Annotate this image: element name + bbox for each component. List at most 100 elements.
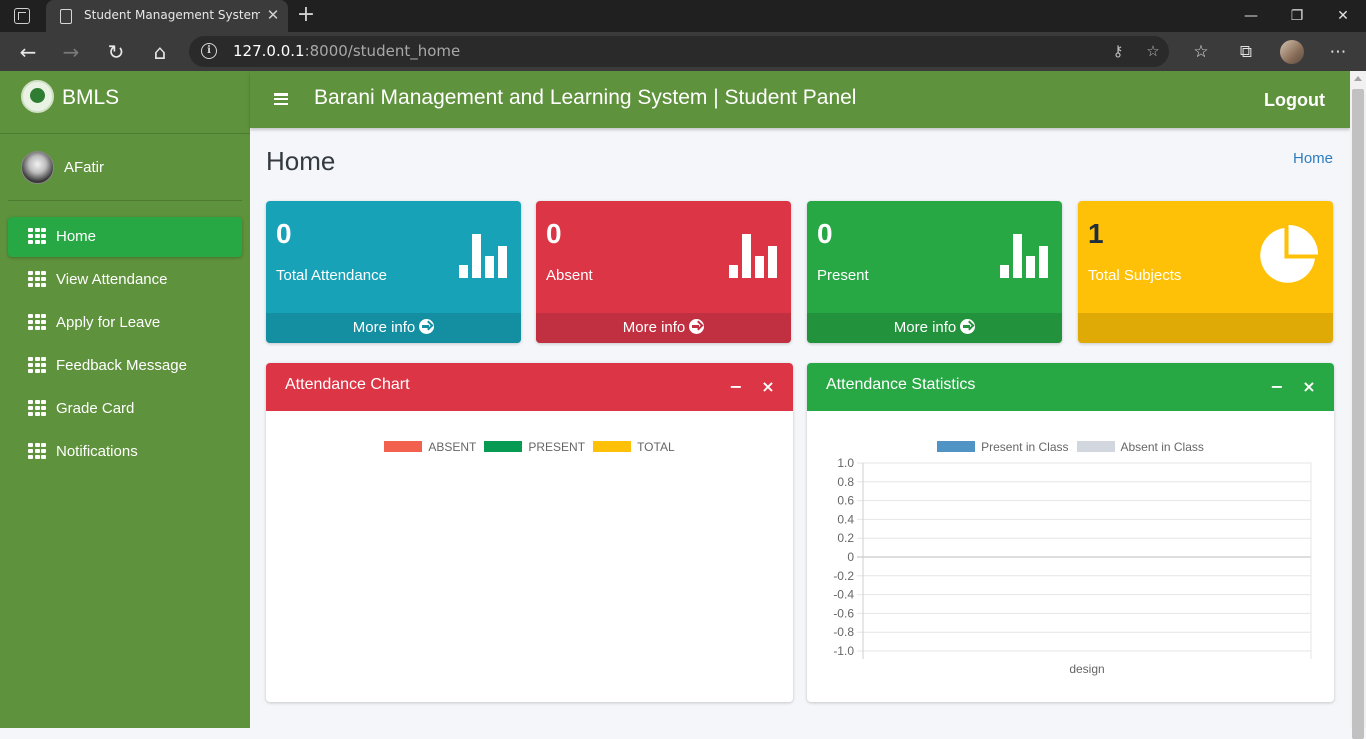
grid-icon <box>28 271 46 287</box>
stat-box-present: 0 Present More info <box>807 201 1062 343</box>
browser-tab[interactable]: Student Management System | Student ✕ <box>46 0 288 32</box>
legend-item[interactable]: PRESENT <box>484 440 585 454</box>
sidebar-nav: Home View Attendance Apply for Leave Fee… <box>8 217 242 475</box>
y-tick-label: 0.2 <box>837 531 854 545</box>
stat-box-total-attendance: 0 Total Attendance More info <box>266 201 521 343</box>
more-options-icon[interactable]: ⋯ <box>1325 39 1351 65</box>
user-name[interactable]: AFatir <box>64 159 104 176</box>
sidebar-item-label: Feedback Message <box>56 357 187 374</box>
page-title: Home <box>266 146 336 176</box>
sidebar-item-label: View Attendance <box>56 271 168 288</box>
legend-item[interactable]: ABSENT <box>384 440 476 454</box>
grid-icon <box>28 400 46 416</box>
bar-chart-icon <box>459 234 507 278</box>
legend-label: TOTAL <box>637 440 675 454</box>
sidebar-item-home[interactable]: Home <box>8 217 242 257</box>
y-tick-label: -0.4 <box>833 588 854 602</box>
address-bar[interactable]: i 127.0.0.1:8000/student_home ⚷ ☆ <box>189 36 1169 67</box>
restore-window-button[interactable]: ❐ <box>1274 0 1320 32</box>
bar-chart-icon <box>729 234 777 278</box>
card-header: Attendance Chart − × <box>266 363 793 411</box>
y-tick-label: -0.6 <box>833 606 854 620</box>
bar-chart-icon <box>1000 234 1048 278</box>
attendance-statistics-chart: 1.0 0.8 0.6 0.4 0.2 0 -0.2 -0.4 -0.6 -0.8 -1.0 desi… <box>833 456 1312 676</box>
more-info-link[interactable]: More info <box>807 313 1062 343</box>
minimize-icon[interactable]: − <box>726 377 746 397</box>
y-tick-label: -1.0 <box>833 644 854 658</box>
more-info-link[interactable]: More info <box>536 313 791 343</box>
stat-box-absent: 0 Absent More info <box>536 201 791 343</box>
legend-label: PRESENT <box>528 440 586 454</box>
card-title: Attendance Chart <box>285 376 410 393</box>
close-window-button[interactable]: ✕ <box>1320 0 1366 32</box>
legend-swatch <box>384 441 423 452</box>
legend-swatch <box>484 441 523 452</box>
minimize-window-button[interactable]: — <box>1228 0 1274 32</box>
refresh-icon[interactable]: ↻ <box>102 38 130 66</box>
arrow-circle-right-icon <box>419 319 435 334</box>
sidebar-item-view-attendance[interactable]: View Attendance <box>8 260 242 300</box>
close-tab-icon[interactable]: ✕ <box>264 6 282 24</box>
more-info-link[interactable]: More info <box>266 313 521 343</box>
legend-item[interactable]: TOTAL <box>593 440 675 454</box>
more-info-link[interactable] <box>1078 313 1333 343</box>
stat-label: Total Subjects <box>1088 267 1182 284</box>
scroll-up-icon[interactable] <box>1354 76 1362 81</box>
grid-icon <box>28 443 46 459</box>
grid-icon <box>28 228 46 244</box>
new-tab-icon[interactable]: + <box>294 3 318 27</box>
home-icon[interactable]: ⌂ <box>146 38 174 66</box>
stat-label: Total Attendance <box>276 267 387 284</box>
stat-box-total-subjects: 1 Total Subjects <box>1078 201 1333 343</box>
header-title: Barani Management and Learning System | … <box>314 86 857 109</box>
sidebar-item-label: Notifications <box>56 443 138 460</box>
sidebar-item-label: Apply for Leave <box>56 314 161 331</box>
user-panel: AFatir <box>8 134 242 201</box>
y-tick-label: 0.8 <box>837 475 854 489</box>
stat-label: Present <box>817 267 869 284</box>
sidebar: BMLS AFatir Home View Attendance Apply f… <box>0 71 250 728</box>
stat-value: 1 <box>1088 218 1104 249</box>
collections-icon[interactable]: ⧉ <box>1233 39 1259 65</box>
browser-titlebar: Student Management System | Student ✕ + … <box>0 0 1366 32</box>
legend-label: ABSENT <box>428 440 477 454</box>
sidebar-item-grade-card[interactable]: Grade Card <box>8 389 242 429</box>
arrow-circle-right-icon <box>960 319 976 334</box>
add-favorite-icon[interactable]: ☆ <box>1142 40 1164 62</box>
page-icon <box>60 9 72 24</box>
profile-avatar[interactable] <box>1280 40 1304 64</box>
logout-link[interactable]: Logout <box>1264 90 1325 111</box>
favorites-icon[interactable]: ☆ <box>1188 39 1214 65</box>
breadcrumb-home[interactable]: Home <box>1293 150 1333 167</box>
attendance-chart-card: Attendance Chart − × ABSENT PRESENT TOTAL <box>266 363 793 702</box>
y-tick-label: 0.6 <box>837 494 854 508</box>
stat-label: Absent <box>546 267 593 284</box>
pie-chart-icon <box>1260 225 1318 283</box>
sidebar-item-notifications[interactable]: Notifications <box>8 432 242 472</box>
close-icon[interactable]: × <box>758 377 778 397</box>
page-scrollbar[interactable] <box>1350 71 1366 739</box>
brand-text: BMLS <box>62 86 120 109</box>
brand-logo <box>21 80 54 113</box>
sidebar-item-feedback-message[interactable]: Feedback Message <box>8 346 242 386</box>
y-tick-label: -0.2 <box>833 569 854 583</box>
x-tick-label: design <box>1069 662 1104 676</box>
sidebar-item-label: Home <box>56 228 97 245</box>
sidebar-item-label: Grade Card <box>56 400 135 417</box>
url-text[interactable]: 127.0.0.1:8000/student_home <box>233 42 460 60</box>
grid-icon <box>28 357 46 373</box>
grid-icon <box>28 314 46 330</box>
forward-icon: → <box>62 40 80 64</box>
back-icon[interactable]: ← <box>14 38 42 66</box>
site-info-icon[interactable]: i <box>201 43 217 59</box>
sidebar-item-apply-for-leave[interactable]: Apply for Leave <box>8 303 242 343</box>
tab-title: Student Management System | Student <box>84 8 260 22</box>
menu-toggle-icon[interactable] <box>274 93 288 106</box>
user-avatar <box>21 151 54 184</box>
scrollbar-thumb[interactable] <box>1352 89 1364 739</box>
browser-toolbar: ← → ↻ ⌂ i 127.0.0.1:8000/student_home ⚷ … <box>0 32 1366 71</box>
tab-actions-icon[interactable] <box>14 8 30 24</box>
brand-link[interactable]: BMLS <box>0 71 250 134</box>
key-icon[interactable]: ⚷ <box>1107 40 1129 62</box>
main-header: Barani Management and Learning System | … <box>250 71 1350 128</box>
